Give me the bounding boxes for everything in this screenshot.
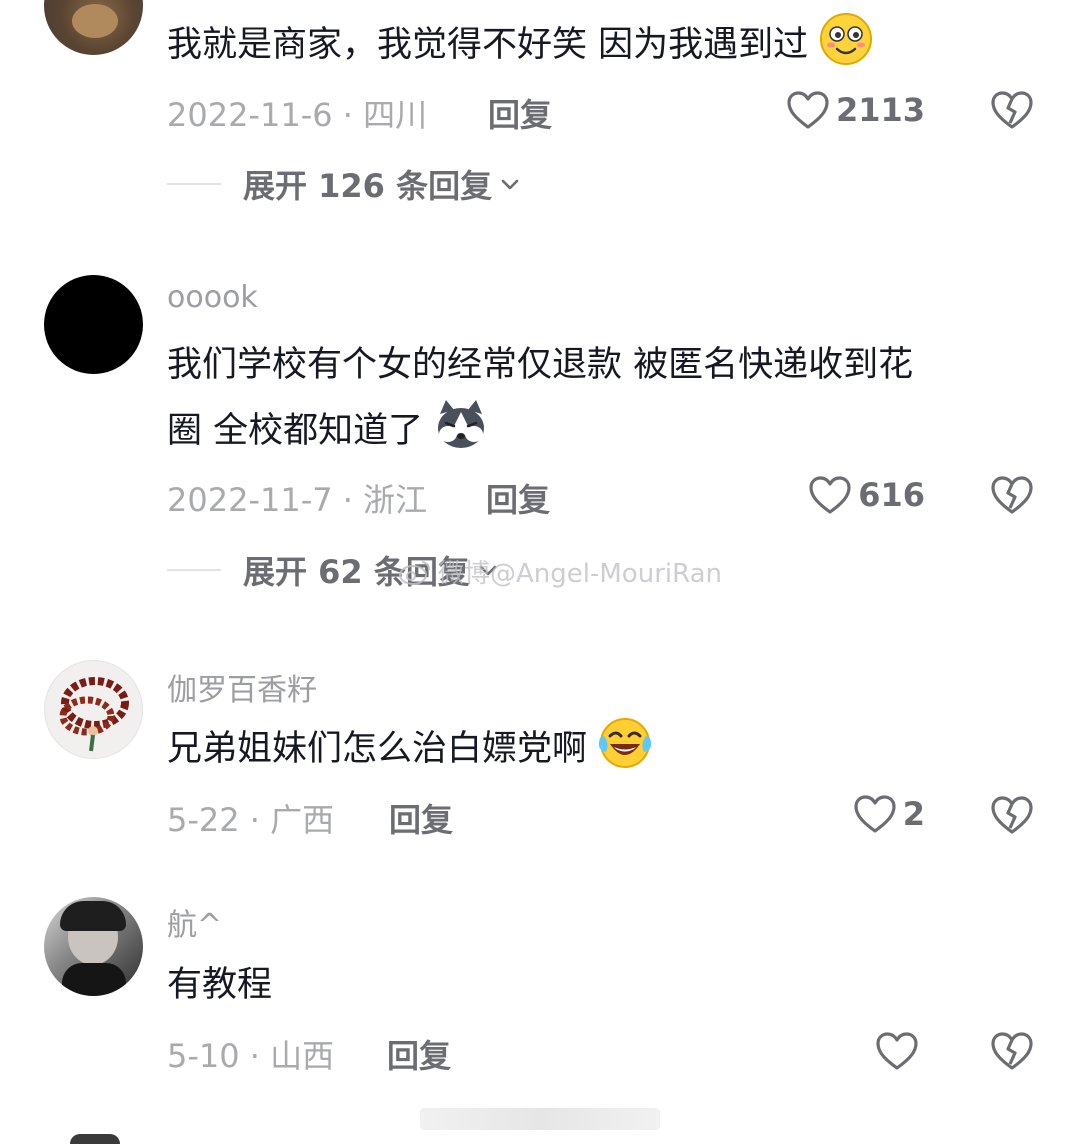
watermark: 微博@Angel-MouriRan xyxy=(398,553,722,590)
comment-date-location: 5-22 · 广西 xyxy=(167,801,335,839)
reply-button[interactable]: 回复 xyxy=(389,795,453,841)
like-count: 2113 xyxy=(835,91,925,129)
avatar[interactable] xyxy=(70,1134,120,1144)
broken-heart-icon[interactable] xyxy=(990,475,1034,515)
loading-placeholder-bar xyxy=(420,1108,660,1130)
heart-icon xyxy=(854,795,896,833)
comment-text: 兄弟姐妹们怎么治白嫖党啊 xyxy=(167,716,652,782)
comment-date-location: 2022-11-6 · 四川 xyxy=(167,96,428,134)
like-button[interactable]: 616 xyxy=(808,471,925,519)
heart-icon xyxy=(876,1032,918,1070)
expand-replies-button[interactable]: 展开 126 条回复 xyxy=(167,164,522,205)
heart-icon xyxy=(809,476,851,514)
avatar[interactable] xyxy=(44,275,143,374)
comment-text: 我就是商家，我觉得不好笑 因为我遇到过 xyxy=(167,12,873,78)
avatar[interactable] xyxy=(44,897,143,996)
broken-heart-icon[interactable] xyxy=(990,90,1034,130)
chevron-down-icon xyxy=(501,179,519,190)
weibo-logo-icon xyxy=(399,560,430,585)
husky-dog-emoji xyxy=(438,400,485,448)
username[interactable]: 航^ xyxy=(167,900,222,944)
comment-text-line: 我们学校有个女的经常仅退款 被匿名快递收到花 xyxy=(167,345,914,385)
smiling-face-emoji xyxy=(820,13,873,65)
watermark-text: 微博@Angel-MouriRan xyxy=(438,559,723,589)
like-button[interactable]: 2 xyxy=(853,790,925,838)
comment-date-location: 5-10 · 山西 xyxy=(167,1037,335,1075)
like-button[interactable] xyxy=(875,1027,925,1075)
reply-button[interactable]: 回复 xyxy=(486,475,550,521)
like-button[interactable]: 2113 xyxy=(786,86,925,134)
broken-heart-icon[interactable] xyxy=(990,795,1034,835)
laughing-tears-emoji xyxy=(599,718,652,768)
broken-heart-icon[interactable] xyxy=(990,1031,1034,1071)
username[interactable]: 伽罗百香籽 xyxy=(167,665,317,709)
like-count: 2 xyxy=(902,795,925,833)
comment-text-line: 圈 全校都知道了 xyxy=(167,398,488,464)
expand-replies-label: 展开 126 条回复 xyxy=(243,167,493,205)
comment-date-location: 2022-11-7 · 浙江 xyxy=(167,481,428,519)
prayer-beads-image xyxy=(59,677,129,752)
heart-icon xyxy=(787,91,829,129)
divider-line xyxy=(167,569,221,571)
divider-line xyxy=(167,183,221,185)
avatar[interactable] xyxy=(44,660,143,759)
comment-text: 有教程 xyxy=(167,965,273,1005)
reply-button[interactable]: 回复 xyxy=(488,90,552,136)
avatar[interactable] xyxy=(44,0,143,55)
like-count: 616 xyxy=(858,476,925,514)
reply-button[interactable]: 回复 xyxy=(387,1031,451,1077)
username[interactable]: ooook xyxy=(167,280,258,315)
